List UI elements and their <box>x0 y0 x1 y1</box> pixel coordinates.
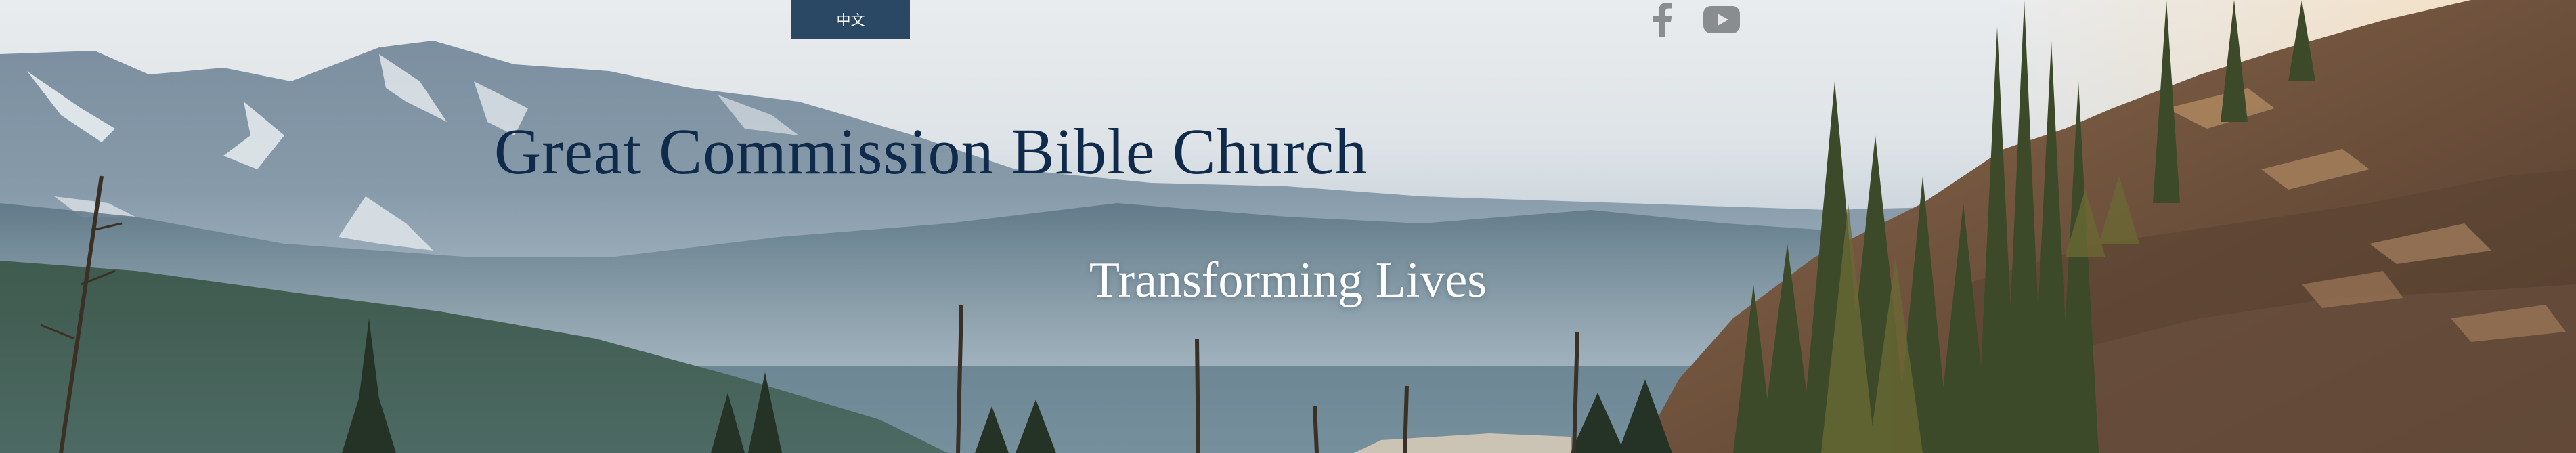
site-title: Great Commission Bible Church <box>494 115 1368 188</box>
hero-background-image <box>0 0 2576 453</box>
youtube-link[interactable] <box>1703 1 1740 38</box>
youtube-icon <box>1703 6 1740 33</box>
hero-banner: 中文 Great Commission Bible Church Transfo… <box>0 0 2576 453</box>
language-toggle-button[interactable]: 中文 <box>791 0 910 39</box>
facebook-link[interactable] <box>1645 1 1680 38</box>
social-links-bar <box>1645 1 1740 38</box>
hero-tagline: Transforming Lives <box>1089 253 1487 308</box>
facebook-icon <box>1653 3 1672 37</box>
